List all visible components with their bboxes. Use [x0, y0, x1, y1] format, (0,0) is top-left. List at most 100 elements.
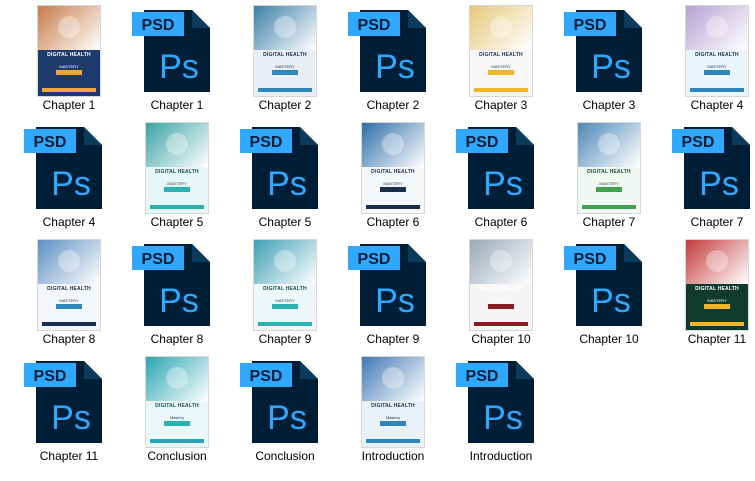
image-file-item[interactable]: DIGITAL HEALTH MASTERY Chapter 11: [668, 240, 755, 350]
psd-file-item[interactable]: PSD Ps Chapter 4: [20, 123, 118, 233]
image-file-item[interactable]: DIGITAL HEALTH MASTERY Chapter 6: [344, 123, 442, 233]
cover-decoration: [490, 250, 512, 272]
cover-image: DIGITAL HEALTH MASTERY: [686, 240, 748, 330]
cover-footer-bar: [474, 88, 528, 92]
cover-subtitle: MASTERY: [275, 64, 295, 69]
cover-title: DIGITAL HEALTH: [155, 169, 199, 175]
file-name-label: Chapter 3: [582, 98, 636, 112]
image-file-item[interactable]: DIGITAL HEALTH MASTERY Chapter 4: [668, 6, 755, 116]
file-name-label: Chapter 5: [258, 215, 312, 229]
psd-file-item[interactable]: PSD Ps Conclusion: [236, 357, 334, 467]
file-name-label: Chapter 4: [42, 215, 96, 229]
cover-chapter-chip: [272, 70, 298, 75]
photoshop-file-icon: PSD Ps: [672, 123, 755, 216]
cover-chapter-chip: [56, 70, 82, 75]
image-file-item[interactable]: DIGITAL HEALTH MASTERY Chapter 5: [128, 123, 226, 233]
cover-footer-bar: [582, 205, 636, 209]
cover-chapter-chip: [380, 187, 406, 192]
psd-file-item[interactable]: PSD Ps Chapter 7: [668, 123, 755, 233]
cover-subtitle: MASTERY: [707, 298, 727, 303]
cover-subtitle: MASTERY: [707, 64, 727, 69]
ps-logo-text: Ps: [159, 48, 199, 86]
psd-file-item[interactable]: PSD Ps Chapter 2: [344, 6, 442, 116]
psd-badge-text: PSD: [142, 17, 175, 34]
file-name-label: Chapter 2: [366, 98, 420, 112]
psd-file-item[interactable]: PSD Ps Chapter 8: [128, 240, 226, 350]
cover-title: DIGITAL HEALTH: [371, 169, 415, 175]
file-name-label: Chapter 6: [366, 215, 420, 229]
file-name-label: Conclusion: [255, 449, 315, 463]
cover-subtitle: MASTERY: [59, 64, 79, 69]
psd-badge-text: PSD: [574, 17, 607, 34]
photoshop-file-icon: PSD Ps: [240, 123, 330, 216]
cover-title: DIGITAL HEALTH: [155, 403, 199, 409]
cover-decoration: [58, 16, 80, 38]
cover-decoration: [58, 250, 80, 272]
cover-image: DIGITAL HEALTH MASTERY: [362, 123, 424, 213]
cover-decoration: [166, 133, 188, 155]
psd-file-item[interactable]: PSD Ps Chapter 6: [452, 123, 550, 233]
file-name-label: Conclusion: [147, 449, 207, 463]
psd-badge-text: PSD: [34, 368, 67, 385]
file-name-label: Chapter 5: [150, 215, 204, 229]
cover-image: DIGITAL HEALTH MASTERY: [578, 123, 640, 213]
photoshop-file-icon: PSD Ps: [132, 240, 222, 333]
ps-logo-text: Ps: [483, 165, 523, 203]
cover-image: DIGITAL HEALTH MASTERY: [254, 240, 316, 330]
psd-file-item[interactable]: PSD Ps Chapter 3: [560, 6, 658, 116]
cover-title: DIGITAL HEALTH: [47, 52, 91, 58]
cover-title: DIGITAL HEALTH: [47, 286, 91, 292]
image-file-item[interactable]: DIGITAL HEALTH Mastery Introduction: [344, 357, 442, 467]
cover-subtitle: Mastery: [169, 415, 185, 420]
cover-image: DIGITAL HEALTH Mastery: [362, 357, 424, 447]
image-file-item[interactable]: DIGITAL HEALTH MASTERY Chapter 3: [452, 6, 550, 116]
photoshop-file-icon: PSD Ps: [132, 6, 222, 99]
cover-footer-bar: [690, 322, 744, 326]
cover-subtitle: Mastery: [385, 415, 401, 420]
psd-file-item[interactable]: PSD Ps Chapter 5: [236, 123, 334, 233]
cover-decoration: [706, 16, 728, 38]
psd-badge-text: PSD: [682, 134, 715, 151]
image-file-item[interactable]: DIGITAL HEALTH MASTERY Chapter 10: [452, 240, 550, 350]
psd-file-item[interactable]: PSD Ps Chapter 10: [560, 240, 658, 350]
file-name-label: Introduction: [469, 449, 533, 463]
psd-file-item[interactable]: PSD Ps Chapter 11: [20, 357, 118, 467]
file-name-label: Chapter 4: [690, 98, 744, 112]
cover-subtitle: MASTERY: [491, 64, 511, 69]
ps-logo-text: Ps: [375, 282, 415, 320]
photoshop-file-icon: PSD Ps: [24, 357, 114, 450]
ps-logo-text: Ps: [591, 48, 631, 86]
cover-chapter-chip: [488, 304, 514, 309]
image-file-item[interactable]: DIGITAL HEALTH MASTERY Chapter 2: [236, 6, 334, 116]
cover-image: DIGITAL HEALTH MASTERY: [470, 240, 532, 330]
cover-title: DIGITAL HEALTH: [479, 52, 523, 58]
cover-image: DIGITAL HEALTH MASTERY: [146, 123, 208, 213]
psd-file-item[interactable]: PSD Ps Introduction: [452, 357, 550, 467]
file-name-label: Chapter 8: [150, 332, 204, 346]
photoshop-file-icon: PSD Ps: [348, 240, 438, 333]
cover-decoration: [382, 133, 404, 155]
image-file-item[interactable]: DIGITAL HEALTH MASTERY Chapter 7: [560, 123, 658, 233]
cover-footer-bar: [150, 205, 204, 209]
psd-badge-text: PSD: [34, 134, 67, 151]
psd-badge-text: PSD: [358, 251, 391, 268]
ps-logo-text: Ps: [483, 399, 523, 437]
file-name-label: Chapter 6: [474, 215, 528, 229]
image-file-item[interactable]: DIGITAL HEALTH Mastery Conclusion: [128, 357, 226, 467]
psd-file-item[interactable]: PSD Ps Chapter 1: [128, 6, 226, 116]
image-file-item[interactable]: DIGITAL HEALTH MASTERY Chapter 1: [20, 6, 118, 116]
image-file-item[interactable]: DIGITAL HEALTH MASTERY Chapter 8: [20, 240, 118, 350]
image-file-item[interactable]: DIGITAL HEALTH MASTERY Chapter 9: [236, 240, 334, 350]
psd-badge-text: PSD: [358, 17, 391, 34]
cover-chapter-chip: [380, 421, 406, 426]
cover-subtitle: MASTERY: [599, 181, 619, 186]
file-name-label: Chapter 2: [258, 98, 312, 112]
cover-title: DIGITAL HEALTH: [695, 52, 739, 58]
photoshop-file-icon: PSD Ps: [564, 6, 654, 99]
cover-title: DIGITAL HEALTH: [263, 52, 307, 58]
photoshop-file-icon: PSD Ps: [348, 6, 438, 99]
psd-badge-text: PSD: [250, 368, 283, 385]
cover-subtitle: MASTERY: [167, 181, 187, 186]
ps-logo-text: Ps: [699, 165, 739, 203]
psd-file-item[interactable]: PSD Ps Chapter 9: [344, 240, 442, 350]
